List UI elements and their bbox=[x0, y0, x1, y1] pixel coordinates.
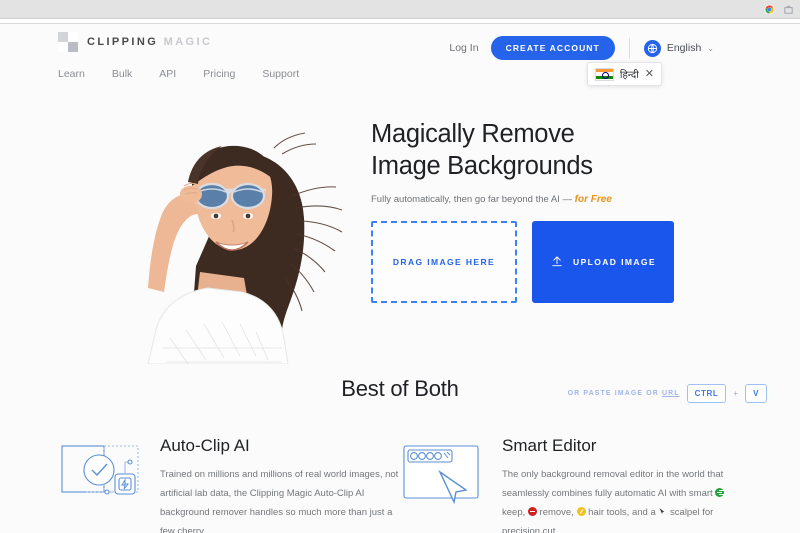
key-ctrl: CTRL bbox=[686, 384, 727, 403]
nav-item-bulk[interactable]: Bulk bbox=[112, 68, 132, 80]
language-current-label: English bbox=[666, 42, 702, 54]
hero-copy: Magically Remove Image Backgrounds Fully… bbox=[371, 118, 701, 303]
feature-auto-clip-ai: Auto-Clip AI Trained on millions and mil… bbox=[58, 436, 400, 533]
key-plus: + bbox=[733, 389, 739, 398]
feature-auto-clip-ai-text: Trained on millions and millions of real… bbox=[160, 469, 399, 533]
header-divider bbox=[628, 38, 630, 58]
language-selector[interactable]: English ⌄ bbox=[643, 39, 714, 57]
paste-image-text: OR PASTE IMAGE OR URL bbox=[568, 390, 680, 397]
remove-badge-icon bbox=[527, 507, 537, 516]
hero-title-line2: Image Backgrounds bbox=[371, 152, 593, 181]
smart-editor-illustration bbox=[400, 436, 488, 533]
hero-title-line1: Magically Remove bbox=[371, 120, 575, 148]
feature-smart-editor: Smart Editor The only background removal… bbox=[400, 436, 742, 533]
hero-subtitle-highlight: for Free bbox=[574, 193, 612, 205]
drag-image-dropzone[interactable]: DRAG IMAGE HERE bbox=[371, 220, 517, 303]
paste-image-row: OR PASTE IMAGE OR URL CTRL + V bbox=[568, 384, 767, 403]
language-suggestion-label: हिन्दी bbox=[619, 70, 639, 81]
upload-image-button[interactable]: UPLOAD IMAGE bbox=[532, 220, 674, 303]
browser-toolbar-icons bbox=[764, 2, 794, 20]
nav-item-api[interactable]: API bbox=[159, 68, 176, 80]
close-icon[interactable]: ✕ bbox=[645, 68, 654, 80]
logo-text-secondary: MAGIC bbox=[163, 36, 213, 48]
smart-editor-remove-label: remove, bbox=[536, 507, 577, 518]
page-content: CLIPPING MAGIC Learn Bulk API Pricing Su… bbox=[0, 24, 800, 533]
chevron-down-icon: ⌄ bbox=[707, 43, 714, 53]
feature-auto-clip-ai-body: Auto-Clip AI Trained on millions and mil… bbox=[160, 436, 400, 533]
browser-toolbar bbox=[0, 0, 800, 19]
india-flag-icon bbox=[594, 67, 614, 81]
hero-subtitle: Fully automatically, then go far beyond … bbox=[371, 194, 701, 205]
page-title: Magically Remove Image Backgrounds bbox=[371, 118, 701, 183]
create-account-button[interactable]: CREATE ACCOUNT bbox=[490, 36, 615, 60]
hero-actions: DRAG IMAGE HERE UPLOAD IMAGE bbox=[371, 220, 701, 303]
language-suggestion-popup[interactable]: हिन्दी ✕ bbox=[586, 62, 662, 86]
nav-item-learn[interactable]: Learn bbox=[58, 68, 85, 80]
nav-item-pricing[interactable]: Pricing bbox=[203, 68, 235, 80]
feature-auto-clip-ai-title: Auto-Clip AI bbox=[160, 436, 250, 455]
globe-icon bbox=[643, 39, 661, 57]
header-actions: Log In CREATE ACCOUNT English ⌄ bbox=[449, 36, 714, 60]
extensions-icon[interactable] bbox=[783, 2, 794, 20]
paste-image-text-before: OR PASTE IMAGE OR bbox=[567, 390, 662, 397]
site-header: CLIPPING MAGIC Learn Bulk API Pricing Su… bbox=[0, 24, 800, 96]
login-link[interactable]: Log In bbox=[449, 42, 478, 54]
hero-photo bbox=[96, 124, 356, 377]
hero-section: Magically Remove Image Backgrounds Fully… bbox=[0, 96, 800, 403]
smart-editor-text-part1: The only background removal editor in th… bbox=[502, 469, 724, 499]
nav-item-support[interactable]: Support bbox=[262, 68, 299, 80]
hair-badge-icon bbox=[576, 507, 586, 516]
keep-badge-icon bbox=[715, 488, 725, 497]
feature-smart-editor-text: The only background removal editor in th… bbox=[502, 465, 742, 533]
smart-editor-hair-label: hair tools, and a bbox=[585, 507, 659, 518]
drag-image-label: DRAG IMAGE HERE bbox=[392, 256, 496, 267]
smart-editor-keep-label: keep, bbox=[502, 507, 528, 518]
logo-text-primary: CLIPPING bbox=[87, 36, 159, 48]
logo-text: CLIPPING MAGIC bbox=[87, 36, 212, 48]
feature-smart-editor-body: Smart Editor The only background removal… bbox=[502, 436, 742, 533]
auto-clip-ai-illustration bbox=[58, 436, 146, 533]
paste-url-link[interactable]: URL bbox=[662, 390, 680, 397]
main-navigation: Learn Bulk API Pricing Support bbox=[58, 68, 299, 80]
checkerboard-logo-icon bbox=[58, 32, 78, 52]
upload-image-label: UPLOAD IMAGE bbox=[573, 256, 656, 267]
key-v: V bbox=[745, 384, 767, 403]
upload-arrow-icon bbox=[550, 254, 564, 270]
feature-smart-editor-title: Smart Editor bbox=[502, 436, 597, 455]
hero-subtitle-prefix: Fully automatically, then go far beyond … bbox=[371, 193, 575, 205]
features-grid: Auto-Clip AI Trained on millions and mil… bbox=[0, 436, 800, 533]
site-logo[interactable]: CLIPPING MAGIC bbox=[58, 32, 212, 52]
chrome-profile-icon[interactable] bbox=[764, 2, 775, 20]
